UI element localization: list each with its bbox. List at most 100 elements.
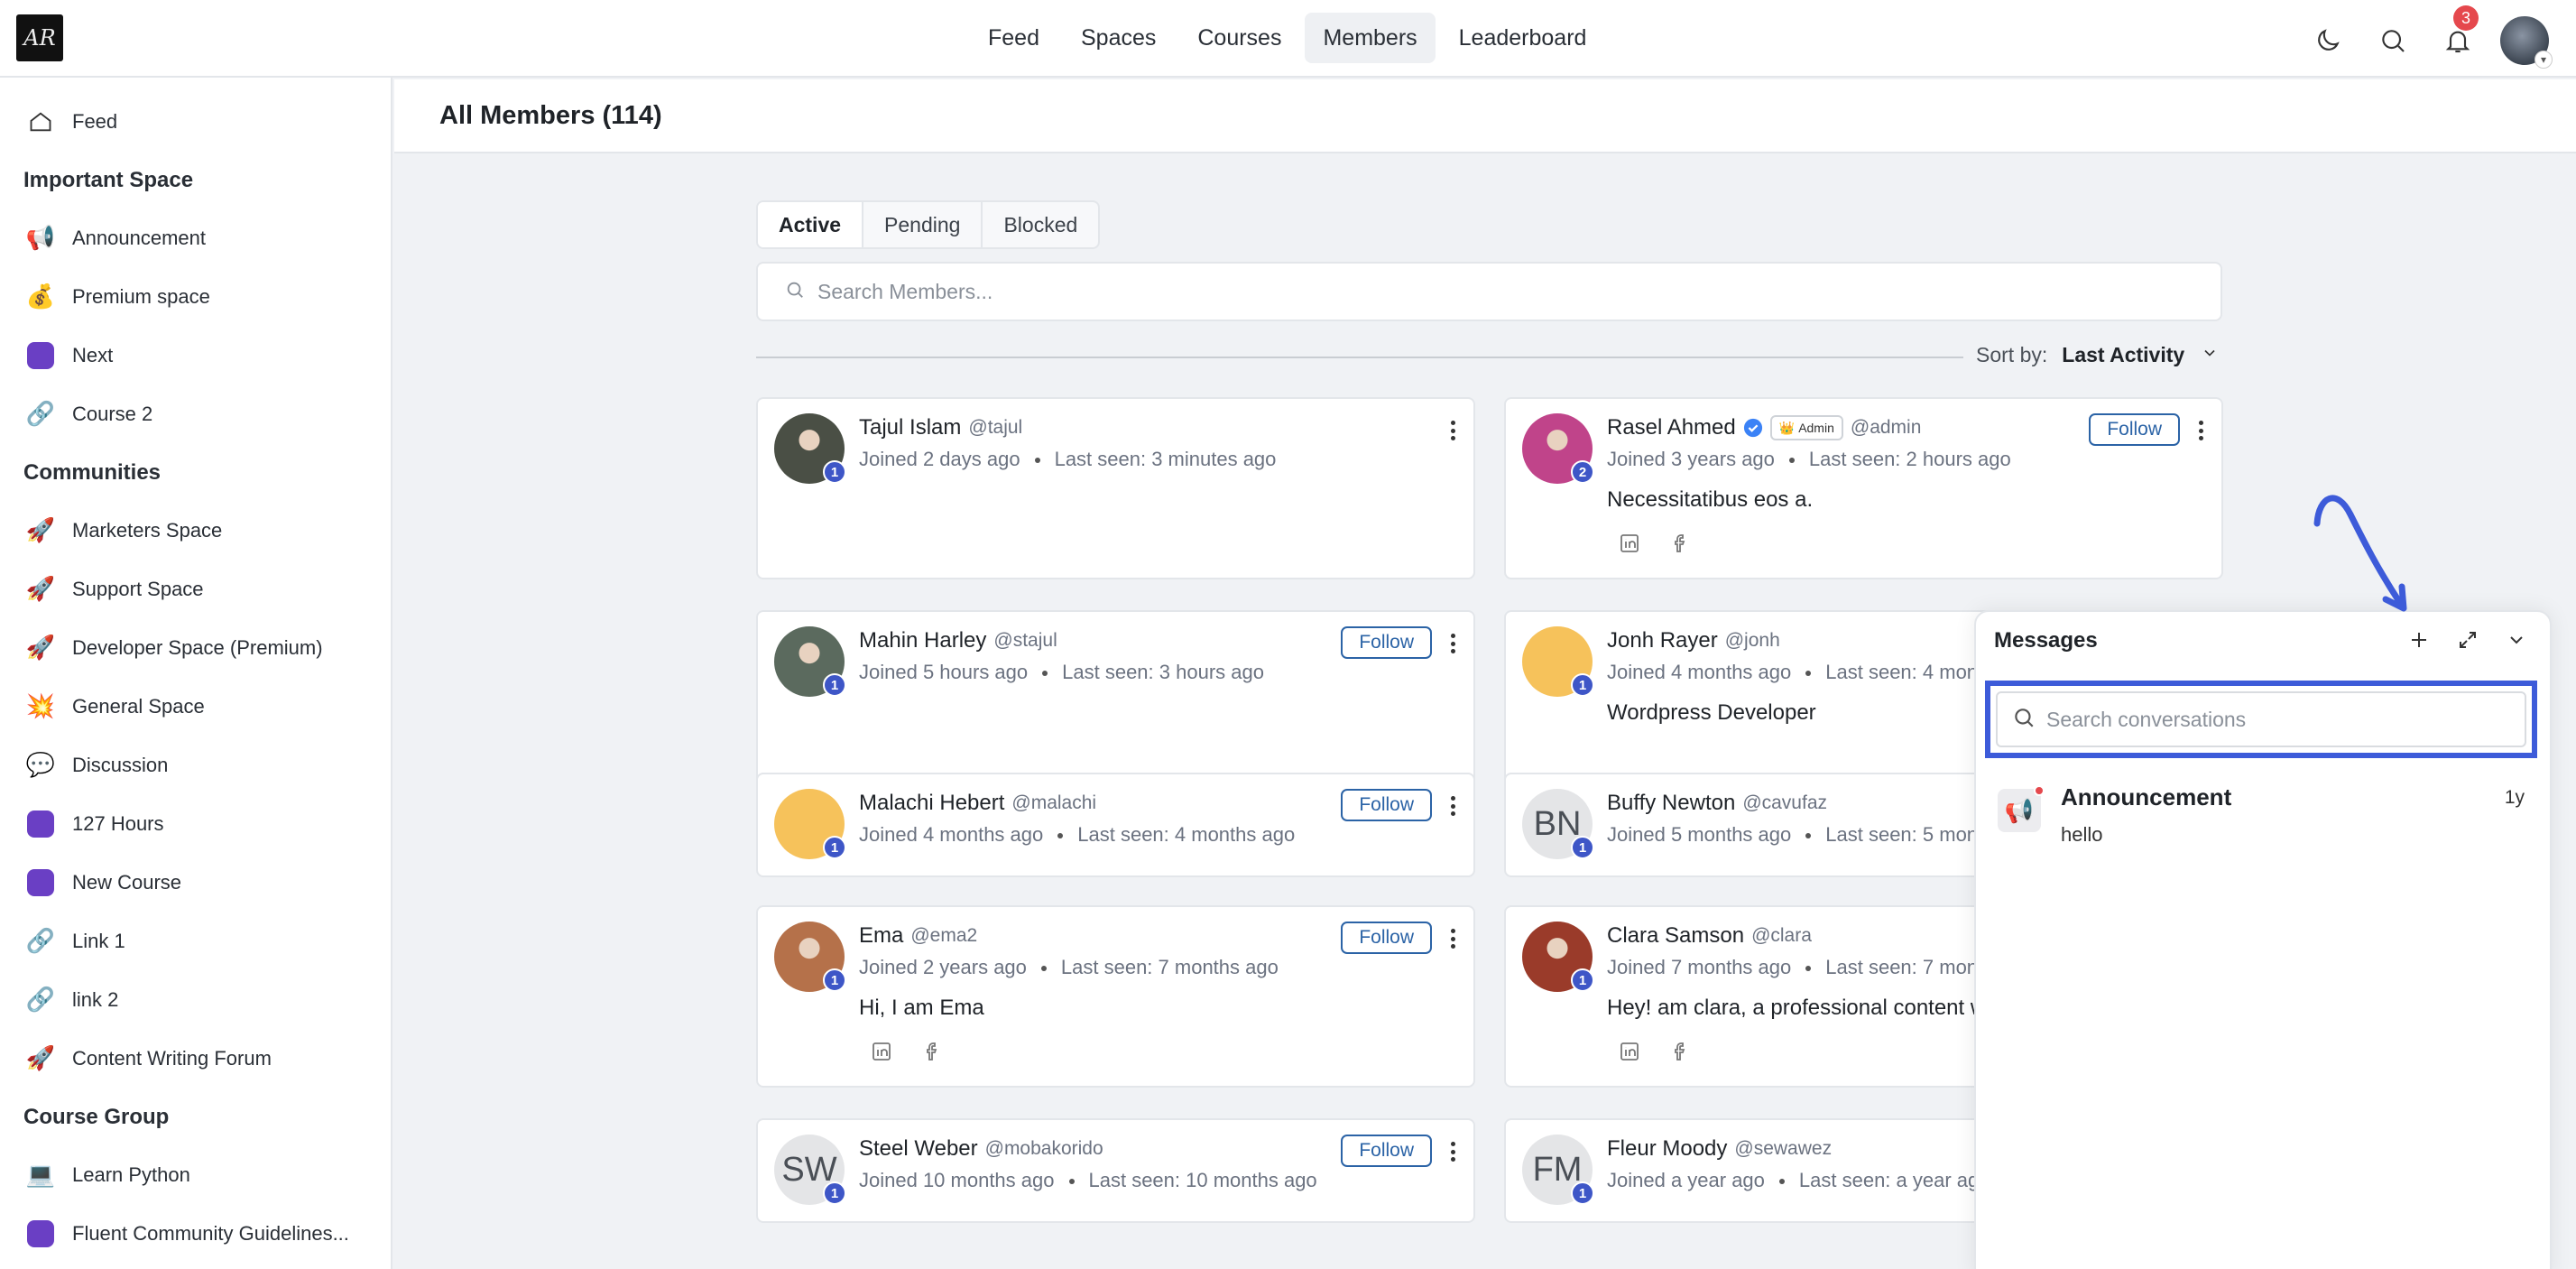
joined-text: Joined 3 years ago	[1607, 448, 1775, 470]
last-seen-text: Last seen: 5 mont	[1825, 823, 1984, 846]
admin-badge-label: Admin	[1798, 421, 1834, 435]
member-bio: Hi, I am Ema	[859, 996, 984, 1020]
nav-feed[interactable]: Feed	[970, 13, 1057, 63]
page-header: All Members (114)	[394, 79, 2576, 153]
sidebar-item-support-space[interactable]: 🚀 Support Space	[0, 560, 391, 618]
sidebar-item-label: Next	[72, 343, 114, 366]
linkedin-icon[interactable]	[1619, 1041, 1640, 1067]
follow-button[interactable]: Follow	[1341, 1135, 1432, 1167]
messages-actions	[2405, 626, 2530, 653]
follow-button[interactable]: Follow	[1341, 626, 1432, 659]
sidebar-item-new-course[interactable]: New Course	[0, 853, 391, 912]
level-badge: 2	[1571, 460, 1594, 484]
last-seen-text: Last seen: 10 months ago	[1088, 1169, 1317, 1191]
sidebar-item-next[interactable]: Next	[0, 326, 391, 384]
member-name[interactable]: Buffy Newton	[1607, 791, 1735, 816]
last-seen-text: Last seen: 3 minutes ago	[1054, 448, 1277, 470]
sidebar-item-label: Marketers Space	[72, 518, 223, 542]
search-icon[interactable]	[2370, 18, 2415, 63]
tab-active[interactable]: Active	[758, 202, 864, 247]
joined-text: Joined 10 months ago	[859, 1169, 1055, 1191]
nav-courses[interactable]: Courses	[1179, 13, 1299, 63]
linkedin-icon[interactable]	[1619, 533, 1640, 559]
nav-leaderboard[interactable]: Leaderboard	[1441, 13, 1605, 63]
follow-button[interactable]: Follow	[1341, 922, 1432, 954]
more-options-icon[interactable]	[1443, 630, 1463, 657]
more-options-icon[interactable]	[1443, 1138, 1463, 1165]
last-seen-text: Last seen: 7 month	[1825, 956, 1995, 978]
level-badge: 1	[1571, 836, 1594, 859]
search-members-input[interactable]	[817, 279, 2171, 304]
annotation-arrow-icon	[2313, 495, 2407, 612]
sidebar-item-announcement[interactable]: 📢 Announcement	[0, 208, 391, 267]
logo-initials: AR	[23, 25, 56, 51]
sidebar-item-content-writing-forum[interactable]: 🚀 Content Writing Forum	[0, 1029, 391, 1088]
sidebar-item-feed[interactable]: Feed	[0, 92, 391, 151]
facebook-icon[interactable]	[1669, 1041, 1691, 1067]
highlighted-search-box	[1985, 681, 2537, 758]
last-seen-text: Last seen: 2 hours ago	[1808, 448, 2011, 470]
linkedin-icon[interactable]	[871, 1041, 892, 1067]
new-message-plus-icon[interactable]	[2405, 626, 2433, 653]
search-conversations-input[interactable]	[2046, 707, 2498, 732]
dark-mode-icon[interactable]	[2305, 18, 2350, 63]
collapse-chevron-icon[interactable]	[2503, 626, 2530, 653]
member-name[interactable]: Clara Samson	[1607, 923, 1744, 949]
conversation-item[interactable]: 📢 Announcement 1y hello	[1994, 780, 2535, 861]
tab-blocked[interactable]: Blocked	[983, 202, 1098, 247]
separator-dot	[1805, 966, 1812, 972]
sort-control: Sort by: Last Activity	[1976, 343, 2219, 367]
sidebar-item-link-2[interactable]: 🔗 link 2	[0, 970, 391, 1029]
member-name[interactable]: Jonh Rayer	[1607, 628, 1718, 653]
member-name[interactable]: Fleur Moody	[1607, 1136, 1727, 1162]
rocket-icon: 🚀	[25, 634, 56, 661]
purple-square-icon	[25, 1218, 56, 1249]
facebook-icon[interactable]	[921, 1041, 943, 1067]
link-icon: 🔗	[25, 400, 56, 427]
nav-members[interactable]: Members	[1305, 13, 1436, 63]
more-options-icon[interactable]	[1443, 792, 1463, 820]
chevron-down-icon[interactable]	[2201, 343, 2219, 367]
sidebar-item-label: Link 1	[72, 929, 125, 952]
level-badge: 1	[1571, 673, 1594, 697]
top-bar: AR Feed Spaces Courses Members Leaderboa…	[0, 0, 2576, 78]
expand-icon[interactable]	[2454, 626, 2481, 653]
sidebar-item-general-space[interactable]: 💥 General Space	[0, 677, 391, 736]
sidebar-item-developer-space[interactable]: 🚀 Developer Space (Premium)	[0, 618, 391, 677]
sidebar-item-discussion[interactable]: 💬 Discussion	[0, 736, 391, 794]
more-options-icon[interactable]	[1443, 925, 1463, 952]
sidebar-item-premium-space[interactable]: 💰 Premium space	[0, 267, 391, 326]
sidebar-item-community-guidelines[interactable]: Fluent Community Guidelines...	[0, 1204, 391, 1263]
site-logo[interactable]: AR	[16, 14, 63, 61]
sidebar-item-learn-python[interactable]: 💻 Learn Python	[0, 1145, 391, 1204]
member-name[interactable]: Mahin Harley	[859, 628, 986, 653]
sort-dropdown[interactable]: Last Activity	[2062, 343, 2184, 367]
member-name[interactable]: Rasel Ahmed	[1607, 415, 1736, 440]
member-handle: @stajul	[993, 630, 1057, 651]
sidebar-item-127-hours[interactable]: 127 Hours	[0, 794, 391, 853]
member-name[interactable]: Ema	[859, 923, 903, 949]
sidebar-item-link-1[interactable]: 🔗 Link 1	[0, 912, 391, 970]
member-name[interactable]: Steel Weber	[859, 1136, 978, 1162]
notification-count-badge: 3	[2453, 5, 2479, 31]
member-name-row: Jonh Rayer @jonh	[1607, 628, 1780, 653]
joined-text: Joined 5 hours ago	[859, 661, 1029, 683]
member-name[interactable]: Tajul Islam	[859, 415, 961, 440]
sidebar-item-course-2[interactable]: 🔗 Course 2	[0, 384, 391, 443]
rocket-icon: 🚀	[25, 516, 56, 543]
purple-square-icon	[25, 809, 56, 839]
facebook-icon[interactable]	[1669, 533, 1691, 559]
more-options-icon[interactable]	[2191, 417, 2211, 444]
nav-spaces[interactable]: Spaces	[1063, 13, 1174, 63]
follow-button[interactable]: Follow	[2089, 413, 2180, 446]
sidebar-item-marketers-space[interactable]: 🚀 Marketers Space	[0, 501, 391, 560]
social-links	[871, 1041, 943, 1067]
user-avatar-menu[interactable]: ▾	[2500, 16, 2553, 69]
follow-button[interactable]: Follow	[1341, 789, 1432, 821]
notification-bell-icon[interactable]: 3	[2435, 5, 2480, 63]
messages-title: Messages	[1994, 628, 2098, 653]
tab-pending[interactable]: Pending	[863, 202, 983, 247]
more-options-icon[interactable]	[1443, 417, 1463, 444]
sidebar-item-label: Learn Python	[72, 1162, 190, 1186]
member-name[interactable]: Malachi Hebert	[859, 791, 1004, 816]
